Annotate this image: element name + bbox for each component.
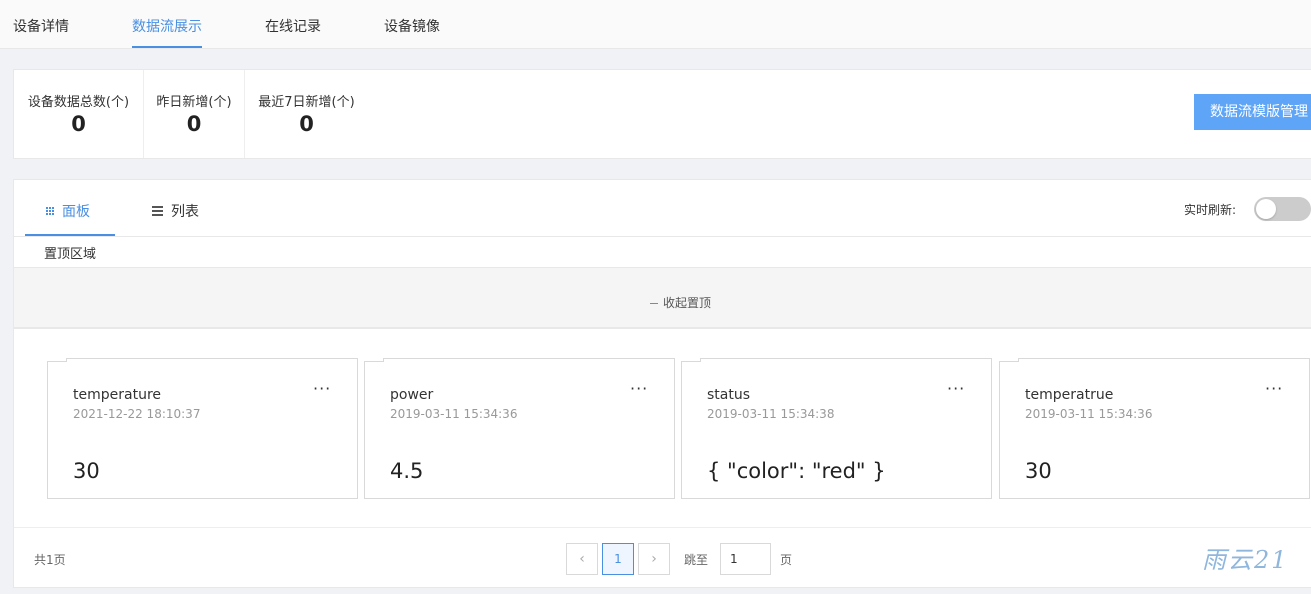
watermark-logo: 雨云21 (1202, 546, 1289, 574)
jump-page-input[interactable] (720, 543, 771, 575)
prev-page-button[interactable]: ‹ (566, 543, 598, 575)
card-value: 30 (73, 459, 100, 483)
stat-last-7-days-label: 最近7日新增(个) (258, 95, 355, 110)
page-unit: 页 (780, 553, 793, 567)
card-time: 2019-03-11 15:34:36 (390, 407, 518, 421)
toggle-knob (1256, 199, 1276, 219)
active-tab-indicator (132, 46, 202, 48)
card-name: temperature (73, 387, 161, 403)
data-card[interactable]: status 2019-03-11 15:34:38 { "color": "r… (681, 358, 992, 499)
jump-label: 跳至 (684, 553, 709, 567)
tab-panel-label: 面板 (62, 204, 90, 220)
more-icon[interactable]: ··· (1265, 379, 1283, 398)
card-value: { "color": "red" } (707, 459, 886, 483)
data-card[interactable]: temperatrue 2019-03-11 15:34:36 30 ··· (999, 358, 1310, 499)
more-icon[interactable]: ··· (630, 379, 648, 398)
divider (14, 236, 1311, 237)
card-corner (681, 358, 701, 362)
stat-yesterday-label: 昨日新增(个) (156, 95, 232, 110)
page-button[interactable]: 1 (602, 543, 634, 575)
card-corner (47, 358, 67, 362)
card-corner (364, 358, 384, 362)
top-tab-bar: 设备详情 数据流展示 在线记录 设备镜像 (0, 0, 1311, 49)
card-name: status (707, 387, 751, 403)
collapse-pin-button[interactable]: 收起置顶 (650, 294, 711, 311)
card-name: power (390, 387, 434, 403)
stat-total-value: 0 (71, 112, 86, 136)
card-time: 2019-03-11 15:34:36 (1025, 407, 1153, 421)
data-card[interactable]: temperature 2021-12-22 18:10:37 30 ··· (47, 358, 358, 499)
stat-total: 设备数据总数(个) 0 (14, 70, 144, 158)
tab-online-records[interactable]: 在线记录 (265, 16, 321, 36)
more-icon[interactable]: ··· (313, 379, 331, 398)
realtime-refresh-toggle[interactable] (1254, 197, 1311, 221)
pin-area-label: 置顶区域 (44, 247, 97, 262)
tab-list-view[interactable]: 列表 (152, 201, 199, 221)
stat-last-7-days-value: 0 (299, 112, 314, 136)
data-card[interactable]: power 2019-03-11 15:34:36 4.5 ··· (364, 358, 675, 499)
tab-device-details[interactable]: 设备详情 (13, 16, 69, 36)
stat-last-7-days: 最近7日新增(个) 0 (245, 70, 368, 158)
collapse-pin-label: 收起置顶 (663, 296, 712, 310)
template-manage-button[interactable]: 数据流模版管理 (1194, 94, 1311, 130)
card-value: 30 (1025, 459, 1052, 483)
card-time: 2019-03-11 15:34:38 (707, 407, 835, 421)
divider (14, 527, 1311, 528)
card-value: 4.5 (390, 459, 424, 483)
minus-icon (650, 303, 658, 304)
card-name: temperatrue (1025, 387, 1114, 403)
card-time: 2021-12-22 18:10:37 (73, 407, 201, 421)
view-panel: 面板 列表 实时刷新: 置顶区域 收起置顶 (13, 179, 1311, 328)
tab-panel-view[interactable]: 面板 (46, 201, 90, 221)
tab-device-mirror[interactable]: 设备镜像 (384, 16, 440, 36)
stat-total-label: 设备数据总数(个) (27, 95, 130, 110)
stat-yesterday: 昨日新增(个) 0 (144, 70, 245, 158)
list-icon (152, 206, 163, 216)
stat-yesterday-value: 0 (186, 112, 202, 136)
grid-icon (46, 207, 54, 215)
data-stream-cards: temperature 2021-12-22 18:10:37 30 ··· p… (13, 328, 1311, 588)
more-icon[interactable]: ··· (947, 379, 965, 398)
tab-data-stream[interactable]: 数据流展示 (132, 16, 202, 36)
total-pages: 共1页 (34, 553, 66, 567)
stats-card: 设备数据总数(个) 0 昨日新增(个) 0 最近7日新增(个) 0 数据流模版管… (13, 69, 1311, 159)
realtime-refresh-label: 实时刷新: (1184, 203, 1237, 217)
card-corner (999, 358, 1019, 362)
pin-area: 收起置顶 (14, 267, 1311, 327)
tab-list-label: 列表 (171, 204, 199, 220)
next-page-button[interactable]: › (638, 543, 670, 575)
